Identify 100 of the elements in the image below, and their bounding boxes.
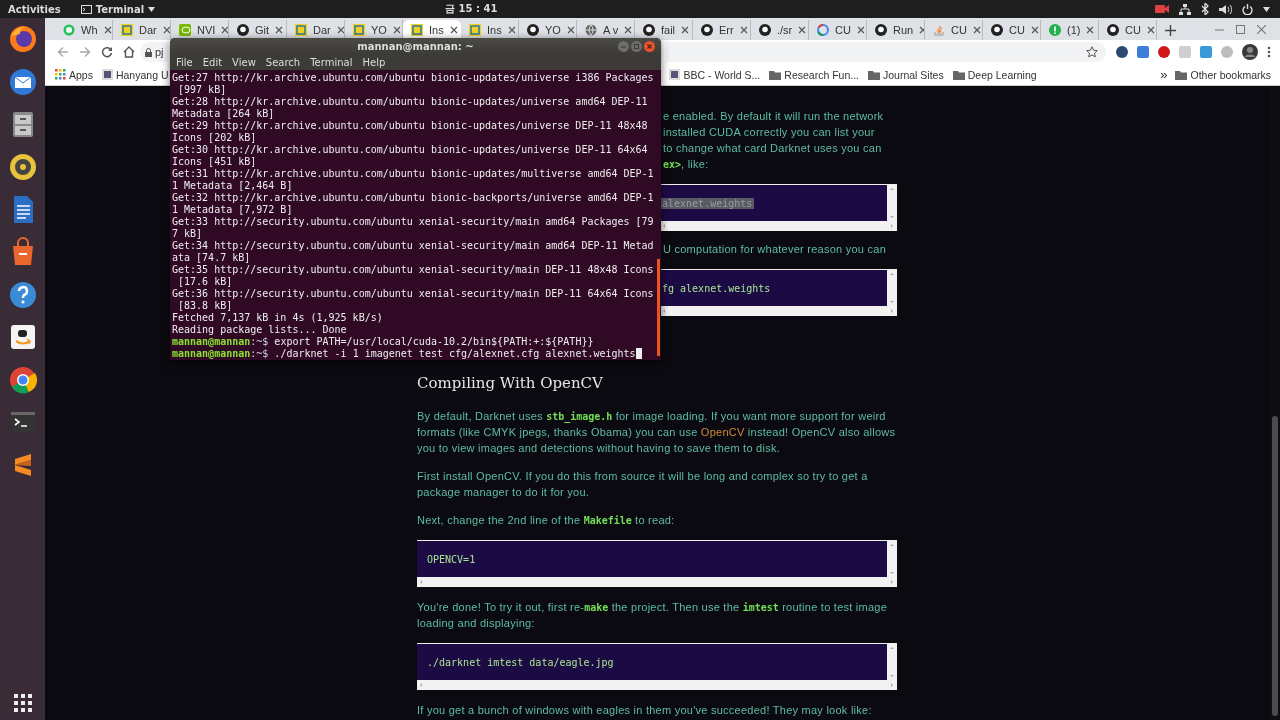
link[interactable]: OpenCV [700,426,745,438]
bookmark[interactable]: Deep Learning [952,68,1037,81]
close-icon[interactable] [1257,25,1266,34]
bookmark[interactable]: Apps [55,68,93,81]
output-line: Get:27 http://kr.archive.ubuntu.com/ubuntu bionic-updates/universe i386 Packages [172,72,655,84]
chat-bubble-icon [63,24,75,36]
close-icon[interactable] [972,26,981,34]
camera-icon[interactable] [1155,4,1169,14]
close-icon[interactable] [644,41,655,52]
mail-icon[interactable] [7,66,38,97]
output-line: Get:35 http://security.ubuntu.com/ubuntu xenial-security/main DEP-11 48x48 Icons [172,264,655,276]
menu-item[interactable]: File [176,57,193,68]
text-line: e enabled. By default it will run the network [663,109,885,124]
scrollbar[interactable] [887,270,897,306]
text-line: to change what card Darknet uses you can [663,141,883,156]
code-text: ./darknet imtest data/eagle.jpg [426,656,615,668]
menu-item[interactable]: Search [265,57,301,68]
volume-icon[interactable] [1219,3,1232,15]
scrollbar[interactable] [417,680,897,690]
bookmark[interactable]: BBC - World S... [669,68,761,81]
scrollbar[interactable] [887,185,897,221]
new-tab-icon[interactable] [1165,25,1176,36]
close-icon[interactable] [1086,26,1095,34]
folder-icon [1175,69,1188,80]
menu-item[interactable]: Terminal [310,57,353,68]
bookmark-star-icon[interactable] [1086,46,1098,58]
scrollbar[interactable] [660,221,897,231]
menu-item[interactable]: Edit [202,57,223,68]
code-text: fg alexnet.weights [661,282,772,294]
maximize-icon[interactable] [1236,25,1245,34]
output-line: Get:29 http://kr.archive.ubuntu.com/ubuntu bionic-updates/universe DEP-11 48x48 [172,120,649,132]
close-icon[interactable] [449,26,458,34]
scrollbar[interactable] [1272,416,1278,716]
more-bookmarks-button[interactable]: » [1160,67,1168,82]
extension-icon[interactable] [1158,46,1170,58]
menu-item[interactable]: View [232,57,256,68]
close-icon[interactable] [681,26,690,34]
close-icon[interactable] [798,26,807,34]
close-icon[interactable] [624,26,633,34]
bookmark[interactable]: Other bookmarks [1175,68,1271,81]
paragraph: If you get a bunch of windows with eagles in them you've succeeded! They may look like: [417,703,873,718]
scrollbar[interactable] [887,541,897,577]
output-line: Fetched 7,137 kB in 4s (1,925 kB/s) [172,312,384,324]
paragraph: Next, change the 2nd line of the Makefile to read: [417,513,676,528]
close-icon[interactable] [392,26,401,34]
close-icon[interactable] [566,26,575,34]
close-icon[interactable] [221,26,228,34]
scrollbar[interactable] [887,644,897,680]
menu-item[interactable]: Help [362,57,386,68]
paragraph: By default, Darknet uses stb_image.h for image loading. If you want more support for weird formats (like CMYK jpegs, thanks Obama) you can use OpenCV instead! OpenCV also allows you to view images and detections without having to save them to disk. [417,409,897,456]
close-icon[interactable] [856,26,865,34]
site-icon [295,24,307,36]
close-icon[interactable] [1146,26,1155,34]
output-line: [83.8 kB] [177,300,234,312]
close-icon[interactable] [275,26,284,34]
browser-icon[interactable] [7,364,38,395]
avatar-icon[interactable] [1242,44,1258,60]
scrollbar[interactable] [417,577,897,587]
caret-icon[interactable] [1263,6,1270,12]
speaker-icon[interactable] [7,151,38,182]
power-icon[interactable] [1242,3,1253,15]
paragraph: First install OpenCV. If you do this from source it will be long and complex so try to get a package manager to do it for you. [417,469,869,500]
close-icon[interactable] [103,26,112,34]
address-field[interactable]: pj [140,42,168,62]
clock[interactable]: 금 15 : 41 [445,2,498,16]
close-icon[interactable] [507,26,516,34]
close-icon[interactable] [739,26,748,34]
bookmark[interactable]: Hanyang U [101,68,169,81]
browser-icon[interactable] [7,24,38,54]
close-icon[interactable] [1030,26,1039,34]
output-line: Get:28 http://kr.archive.ubuntu.com/ubuntu bionic-updates/universe amd64 DEP-11 [172,96,649,108]
menu-icon[interactable] [1267,46,1271,58]
bookmark[interactable]: Research Fun... [769,68,859,81]
close-icon[interactable] [336,26,344,34]
site-icon [701,24,713,36]
bluetooth-icon[interactable] [1201,3,1209,15]
browser-tab[interactable]: Ins [403,20,461,40]
reload-icon[interactable] [101,46,113,58]
close-icon[interactable] [162,26,170,34]
help-icon[interactable] [7,279,38,310]
site-icon [991,24,1003,36]
output-line: 1 Metadata [2,464 B] [172,180,294,192]
text-line: installed CUDA correctly you can list your [663,125,876,140]
activities-button[interactable]: Activities [8,3,61,15]
network-icon[interactable] [1179,3,1191,15]
site-icon [527,24,539,36]
app-menu[interactable]: Terminal [80,3,156,15]
scrollbar[interactable] [657,259,660,356]
site-icon [101,69,113,80]
home-icon[interactable] [123,46,135,58]
output-line: Icons [202 kB] [172,132,258,144]
bookmark[interactable]: Journal Sites [868,68,944,81]
apps-grid-icon[interactable] [13,694,32,712]
lock-icon [145,47,152,57]
folder-icon [952,69,965,80]
scrollbar[interactable] [660,306,897,316]
extension-icon[interactable] [1116,46,1128,58]
caret-icon [148,6,156,12]
output-line: Icons [451 kB] [172,156,258,168]
code-text: alexnet.weights [660,197,755,209]
